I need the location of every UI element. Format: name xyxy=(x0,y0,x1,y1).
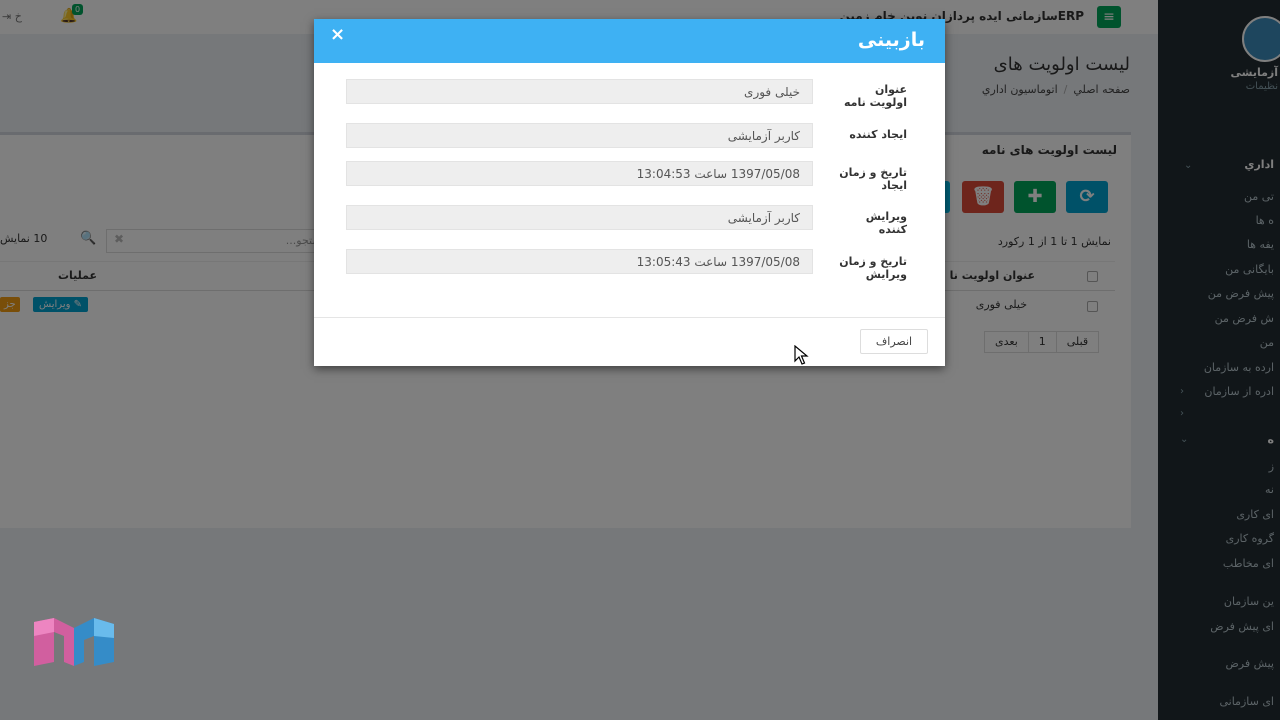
field-label-editor: ویرایش کننده xyxy=(865,210,907,236)
close-icon[interactable]: × xyxy=(330,24,345,45)
field-label-edited-at: تاریخ و زمان ویرایش xyxy=(839,255,907,281)
modal-footer: انصراف xyxy=(314,317,945,366)
modal-title: بازبینی xyxy=(857,29,925,51)
review-modal: بازبینی × عنوان اولویت نامه ایجاد کننده … xyxy=(314,19,945,366)
creator-field[interactable] xyxy=(346,123,813,148)
modal-header: بازبینی × xyxy=(314,19,945,63)
field-label-priority-title: عنوان اولویت نامه xyxy=(844,83,907,109)
priority-title-field[interactable] xyxy=(346,79,813,104)
watermark-logo-icon xyxy=(34,618,114,666)
field-label-created-at: تاریخ و زمان ایجاد xyxy=(839,166,907,192)
edited-at-field[interactable] xyxy=(346,249,813,274)
created-at-field[interactable] xyxy=(346,161,813,186)
mouse-cursor-icon xyxy=(794,345,809,365)
editor-field[interactable] xyxy=(346,205,813,230)
field-label-creator: ایجاد کننده xyxy=(849,128,907,141)
cancel-button[interactable]: انصراف xyxy=(860,329,928,354)
